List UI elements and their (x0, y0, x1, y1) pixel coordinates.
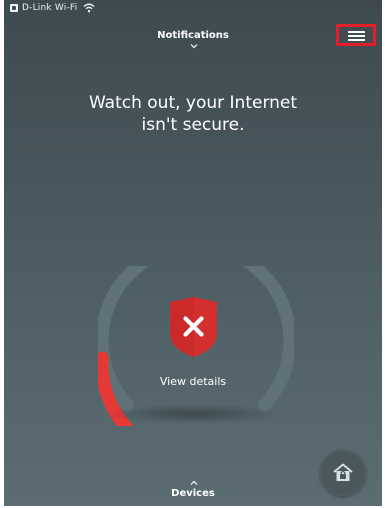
notifications-title[interactable]: Notifications (4, 30, 382, 41)
house-lock-icon (333, 463, 353, 481)
view-details-link[interactable]: View details (4, 375, 382, 388)
devices-label: Devices (171, 488, 215, 499)
security-alert-message: Watch out, your Internet isn't secure. (4, 92, 382, 136)
alert-line-1: Watch out, your Internet (88, 93, 298, 113)
shield-x-icon (170, 297, 217, 357)
app-screen: D-Link Wi-Fi Notifications Watch out, yo… (4, 0, 382, 506)
alert-line-2: isn't secure. (141, 115, 245, 135)
carrier-name: D-Link Wi-Fi (22, 3, 78, 13)
gauge-shadow (104, 404, 284, 424)
house-lock-button[interactable] (320, 450, 366, 496)
app-icon (10, 4, 18, 12)
hamburger-menu-icon (348, 31, 365, 41)
chevron-down-icon[interactable] (190, 43, 198, 49)
status-bar: D-Link Wi-Fi (10, 2, 95, 14)
wifi-icon (83, 3, 95, 13)
menu-button[interactable] (336, 24, 376, 46)
